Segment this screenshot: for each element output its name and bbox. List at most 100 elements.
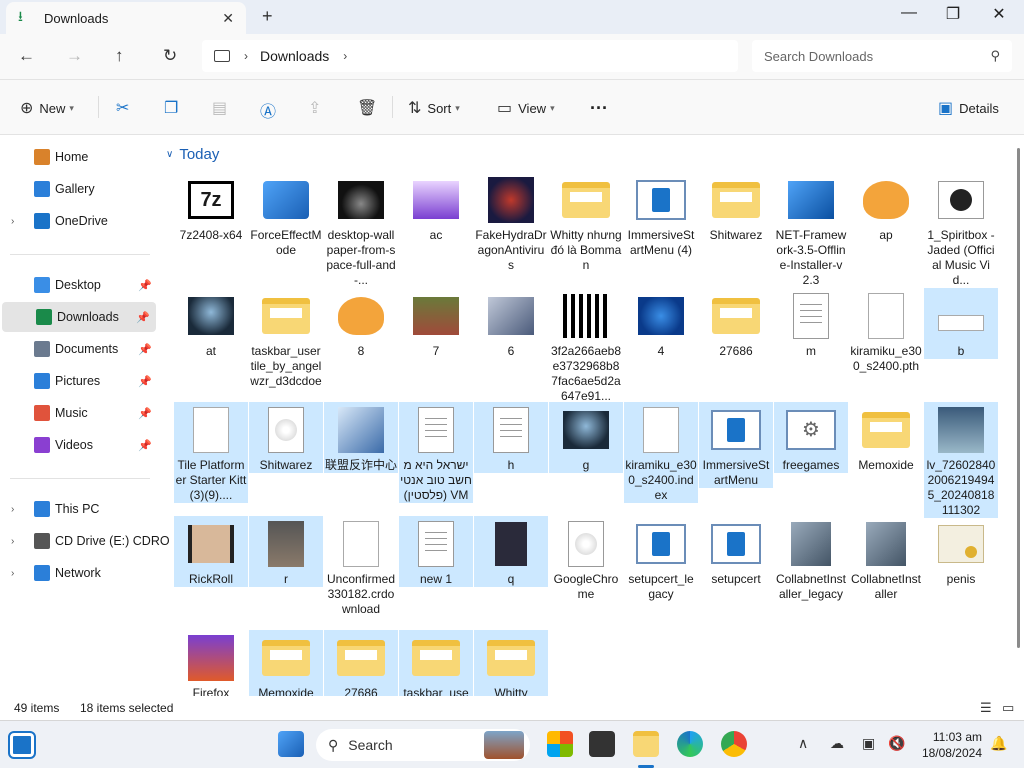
up-arrow-icon[interactable]: ↑ xyxy=(115,46,124,66)
sidebar-item-cd-drive-e-cdro[interactable]: › CD Drive (E:) CDRO xyxy=(0,526,170,556)
file-item[interactable]: taskbar_usertile_by_angelwzr_d3dcdoe xyxy=(249,288,323,389)
sidebar-item-network[interactable]: › Network xyxy=(0,558,158,588)
view-button[interactable]: ▭ View ▾ xyxy=(497,98,555,118)
vertical-scrollbar[interactable] xyxy=(1017,148,1020,648)
chevron-right-icon[interactable]: › xyxy=(11,504,14,515)
start-icon[interactable] xyxy=(278,731,304,757)
new-tab-button[interactable]: + xyxy=(262,6,273,27)
file-item[interactable]: GoogleChrome xyxy=(549,516,623,602)
file-item[interactable]: Shitwarez xyxy=(249,402,323,473)
file-item[interactable]: lv_7260284020062194945_20240818111302 xyxy=(924,402,998,518)
forward-arrow-icon[interactable]: → xyxy=(66,46,83,66)
file-item[interactable]: 1_Spiritbox - Jaded (Official Music Vid.… xyxy=(924,172,998,288)
file-item[interactable]: ImmersiveStartMenu (4) xyxy=(624,172,698,258)
tab-downloads[interactable]: ⭳ Downloads ✕ xyxy=(6,2,246,34)
sort-button[interactable]: ⇅ Sort ▾ xyxy=(408,98,460,118)
file-item[interactable]: CollabnetInstaller xyxy=(849,516,923,602)
details-button[interactable]: ▣ Details xyxy=(938,98,999,118)
sidebar-item-home[interactable]: Home xyxy=(0,142,158,172)
new-button[interactable]: ⊕ New ▾ xyxy=(20,98,74,118)
widgets-icon[interactable] xyxy=(8,731,36,759)
close-tab-icon[interactable]: ✕ xyxy=(222,10,234,27)
file-item[interactable]: penis xyxy=(924,516,998,587)
delete-button[interactable]: 🗑 xyxy=(357,98,383,118)
file-item[interactable]: 7 xyxy=(399,288,473,359)
cloud-offline-icon[interactable]: ☁ xyxy=(830,735,844,752)
file-item[interactable]: ImmersiveStartMenu xyxy=(699,402,773,488)
sidebar-item-pictures[interactable]: Pictures 📌 xyxy=(0,366,158,396)
file-item[interactable]: kiramiku_e300_s2400.pth xyxy=(849,288,923,374)
file-item[interactable]: RickRoll xyxy=(174,516,248,587)
network-icon[interactable]: ▣ xyxy=(862,735,875,752)
file-item[interactable]: Firefox xyxy=(174,630,248,696)
file-item[interactable]: h xyxy=(474,402,548,473)
file-item[interactable]: desktop-wallpaper-from-space-full-and-..… xyxy=(324,172,398,288)
more-options-button[interactable]: ··· xyxy=(590,98,608,119)
sidebar-item-documents[interactable]: Documents 📌 xyxy=(0,334,158,364)
file-item[interactable]: taskbar_use xyxy=(399,630,473,696)
file-item[interactable]: 3f2a266aeb8e3732968b87fac6ae5d2a647e91..… xyxy=(549,288,623,404)
address-bar[interactable]: › Downloads › xyxy=(202,40,738,72)
volume-icon[interactable]: 🔇 xyxy=(888,735,905,752)
chrome-icon[interactable] xyxy=(721,731,747,757)
copy-button[interactable]: ❐ xyxy=(164,98,184,118)
refresh-icon[interactable]: ↻ xyxy=(163,46,177,66)
sidebar-item-downloads[interactable]: Downloads 📌 xyxy=(2,302,156,332)
group-header-today[interactable]: ∨ Today xyxy=(166,146,219,163)
sidebar-item-gallery[interactable]: Gallery xyxy=(0,174,158,204)
copilot-icon[interactable] xyxy=(547,731,573,757)
file-item[interactable]: g xyxy=(549,402,623,473)
chevron-right-icon[interactable]: › xyxy=(343,49,347,63)
file-item[interactable]: FakeHydraDragonAntivirus xyxy=(474,172,548,273)
maximize-button[interactable]: ❐ xyxy=(930,4,976,24)
edge-icon[interactable] xyxy=(677,731,703,757)
chevron-up-icon[interactable]: ∧ xyxy=(798,735,808,752)
breadcrumb-downloads[interactable]: Downloads xyxy=(260,48,329,64)
file-item[interactable]: r xyxy=(249,516,323,587)
file-item[interactable]: 7z 7z2408-x64 xyxy=(174,172,248,243)
details-view-icon[interactable]: ☰ xyxy=(980,700,992,716)
file-item[interactable]: Memoxide xyxy=(249,630,323,696)
file-item[interactable]: kiramiku_e300_s2400.index xyxy=(624,402,698,503)
file-item[interactable]: new 1 xyxy=(399,516,473,587)
file-item[interactable]: 8 xyxy=(324,288,398,359)
file-item[interactable]: m xyxy=(774,288,848,359)
file-item[interactable]: b xyxy=(924,288,998,359)
file-item[interactable]: 联盟反诈中心 xyxy=(324,402,398,473)
file-item[interactable]: 27686 xyxy=(324,630,398,696)
file-item[interactable]: at xyxy=(174,288,248,359)
file-item[interactable]: 27686 xyxy=(699,288,773,359)
back-arrow-icon[interactable]: ← xyxy=(18,46,35,66)
file-item[interactable]: setupcert_legacy xyxy=(624,516,698,602)
share-button[interactable]: ⇪ xyxy=(308,98,327,118)
file-item[interactable]: ישראל היא מחשב טוב אנטי VM (פלסטין) xyxy=(399,402,473,503)
file-item[interactable]: ⚙ freegames xyxy=(774,402,848,473)
file-item[interactable]: Whitty xyxy=(474,630,548,696)
file-item[interactable]: CollabnetInstaller_legacy xyxy=(774,516,848,602)
file-item[interactable]: NET-Framework-3.5-Offline-Installer-v2.3 xyxy=(774,172,848,288)
sidebar-item-videos[interactable]: Videos 📌 xyxy=(0,430,158,460)
tiles-view-icon[interactable]: ▭ xyxy=(1002,700,1014,716)
chevron-right-icon[interactable]: › xyxy=(11,536,14,547)
clock[interactable]: 11:03 am 18/08/2024 xyxy=(920,729,982,761)
file-item[interactable]: Unconfirmed 330182.crdownload xyxy=(324,516,398,617)
minimize-button[interactable]: — xyxy=(886,4,932,22)
file-item[interactable]: 6 xyxy=(474,288,548,359)
notification-bell-icon[interactable]: 🔔 xyxy=(990,735,1007,752)
file-item[interactable]: q xyxy=(474,516,548,587)
file-item[interactable]: Whitty nhưng đó là Bomman xyxy=(549,172,623,273)
file-item[interactable]: ap xyxy=(849,172,923,243)
file-item[interactable]: ForceEffectMode xyxy=(249,172,323,258)
file-item[interactable]: Shitwarez xyxy=(699,172,773,243)
close-window-button[interactable]: ✕ xyxy=(976,4,1022,24)
sidebar-item-music[interactable]: Music 📌 xyxy=(0,398,158,428)
file-item[interactable]: Tile Platformer Starter Kitt(3)(9).... xyxy=(174,402,248,503)
chevron-right-icon[interactable]: › xyxy=(11,216,14,227)
search-input[interactable]: Search Downloads ⚲ xyxy=(752,40,1012,72)
chevron-right-icon[interactable]: › xyxy=(11,568,14,579)
taskbar-search[interactable]: ⚲ Search xyxy=(316,729,530,761)
chevron-right-icon[interactable]: › xyxy=(244,49,248,63)
file-explorer-icon[interactable] xyxy=(633,731,659,757)
file-item[interactable]: 4 xyxy=(624,288,698,359)
terminal-icon[interactable] xyxy=(589,731,615,757)
